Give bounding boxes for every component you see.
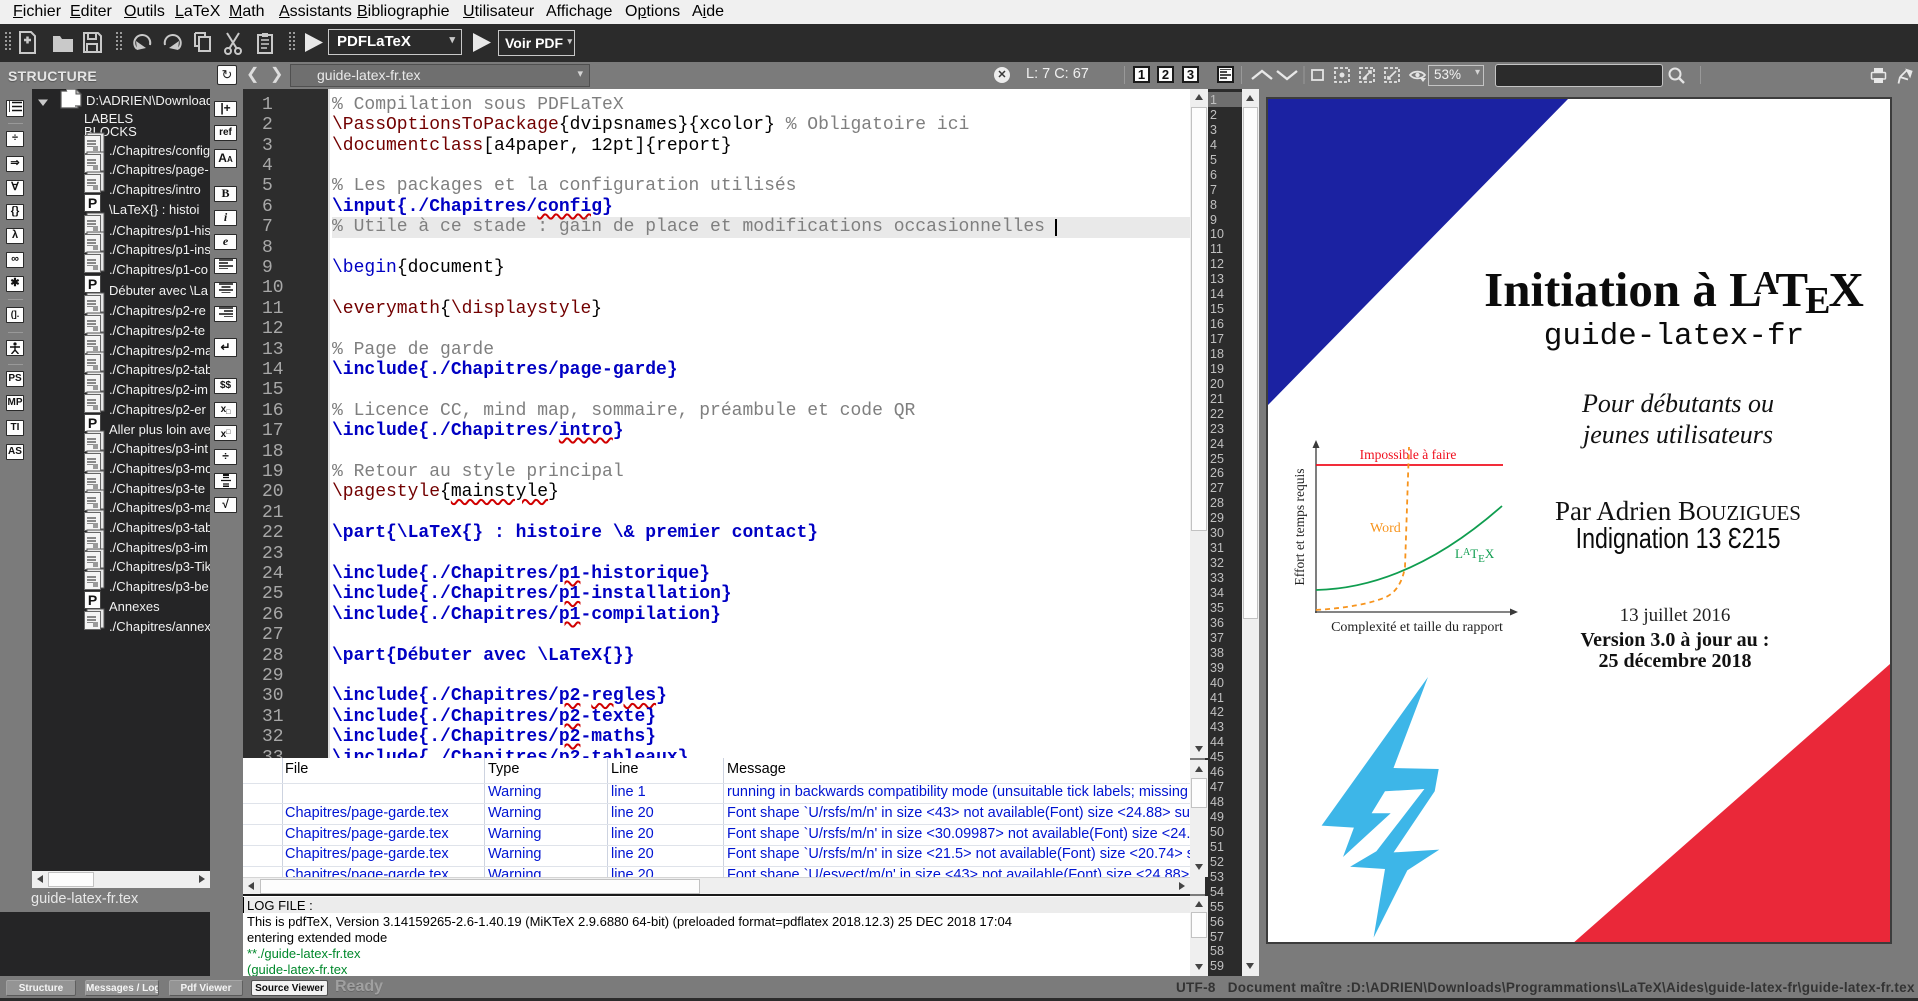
svg-text:Effort et temps requis: Effort et temps requis (1292, 468, 1307, 585)
svg-text:Word: Word (1370, 521, 1401, 536)
